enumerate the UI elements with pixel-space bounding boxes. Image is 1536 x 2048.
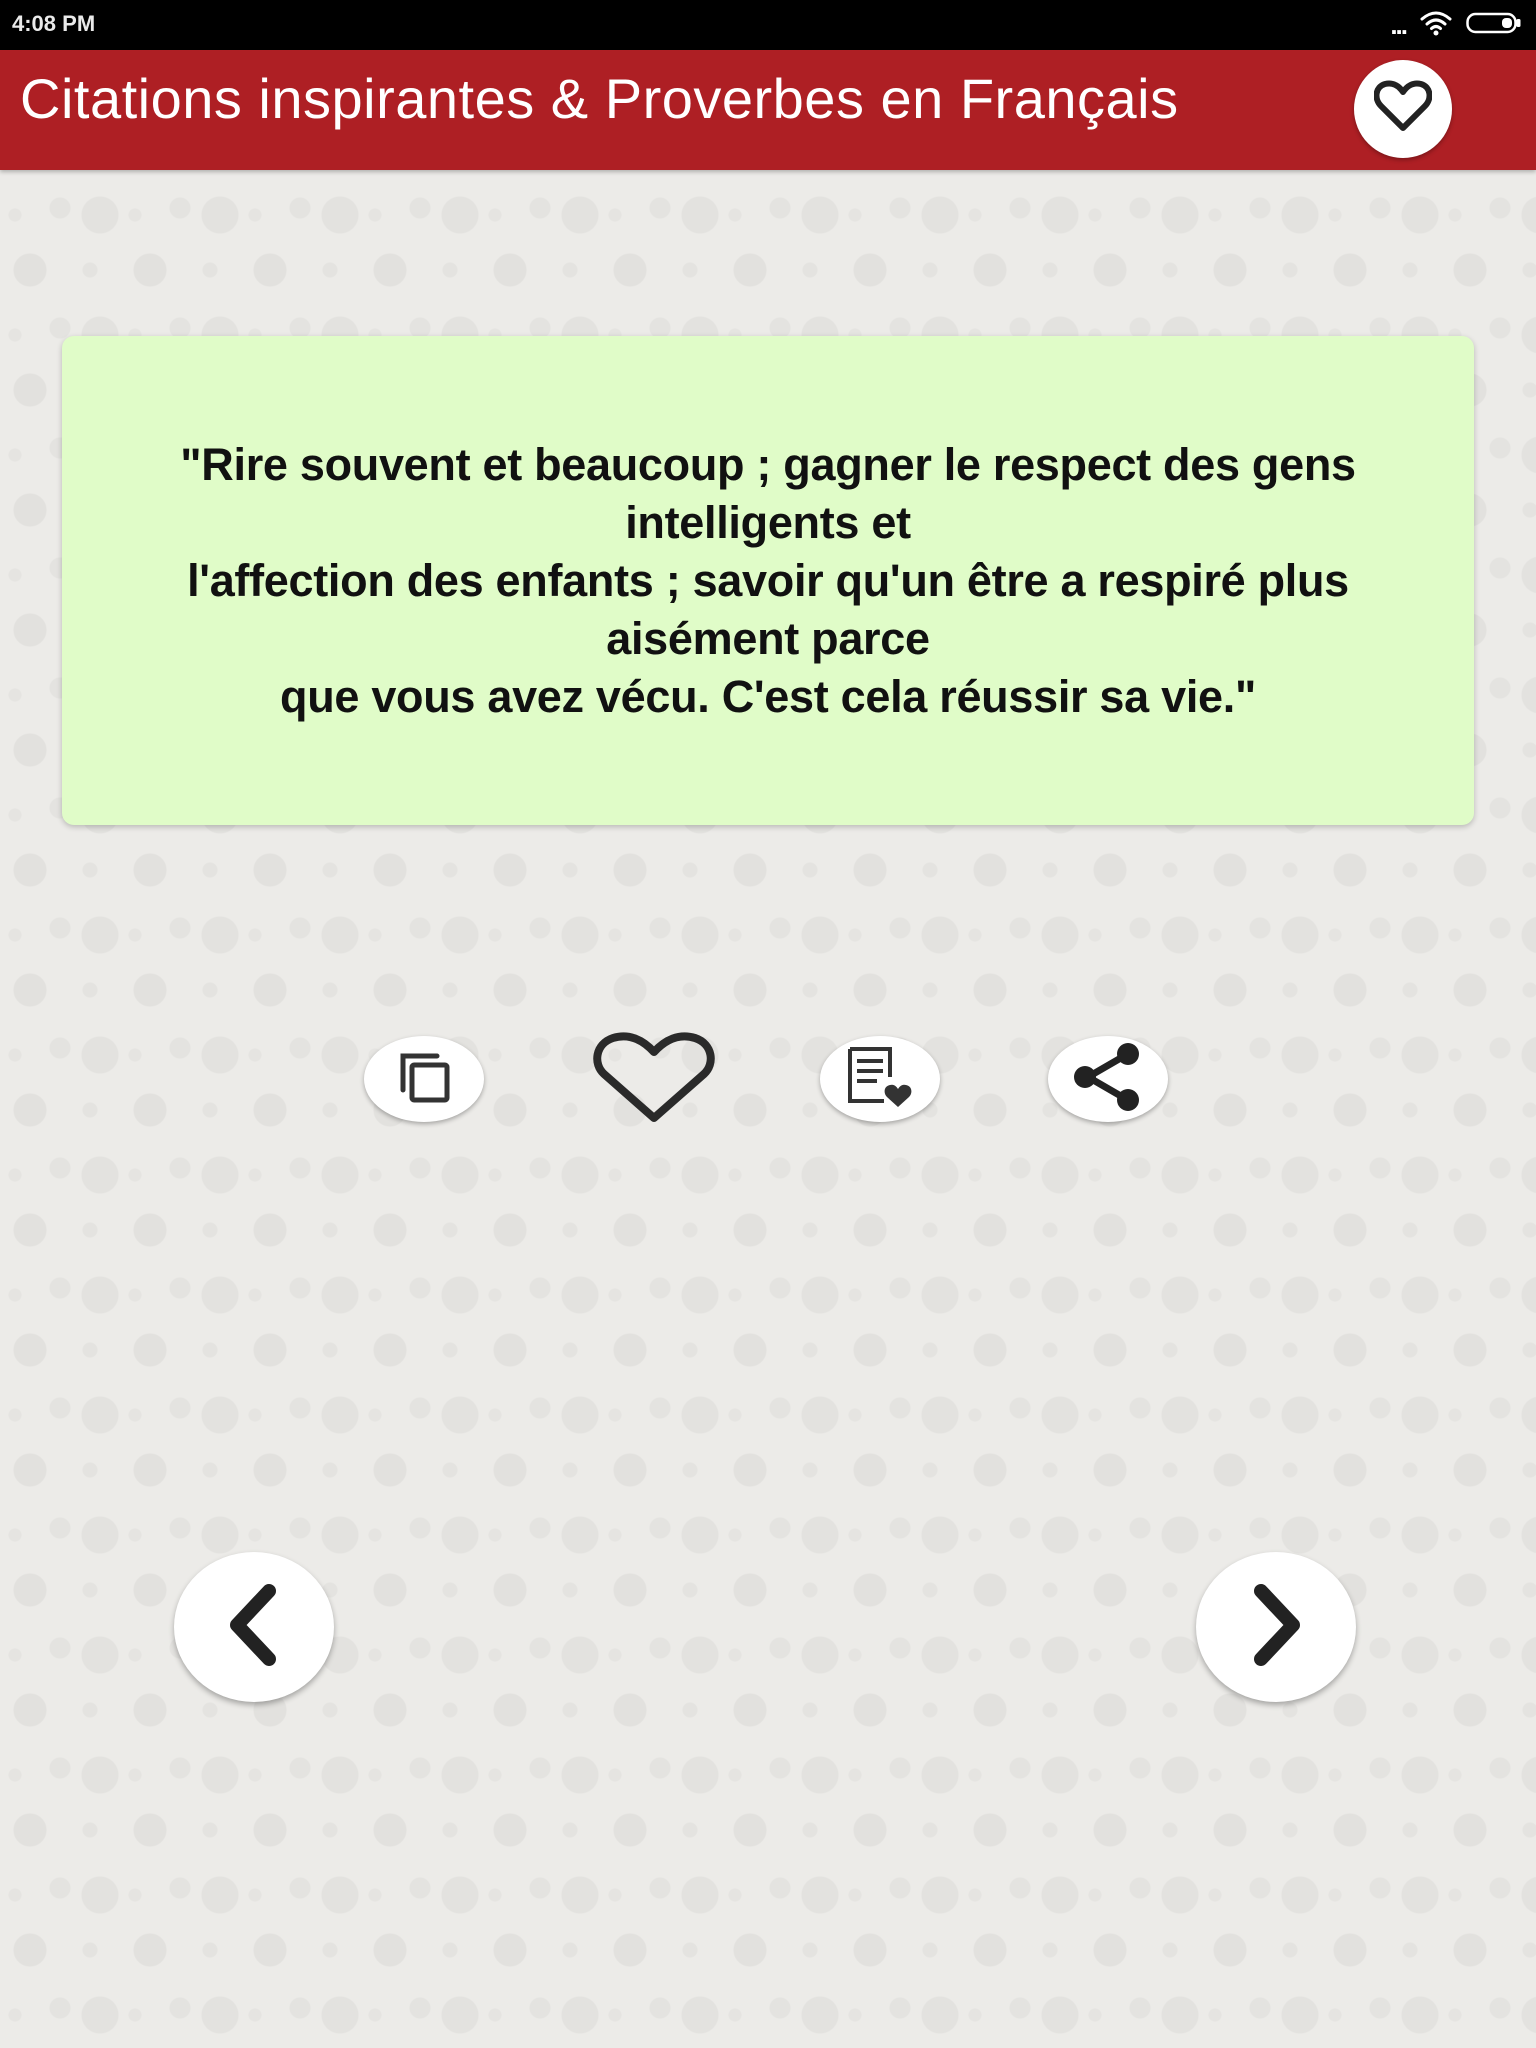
wifi-icon (1420, 10, 1452, 41)
heart-outline-icon (591, 1031, 717, 1129)
app-title: Citations inspirantes & Proverbes en Fra… (20, 67, 1179, 130)
battery-icon (1466, 11, 1522, 40)
previous-button[interactable] (174, 1552, 334, 1702)
status-time: 4:08 PM (12, 11, 96, 36)
chevron-right-icon (1241, 1583, 1311, 1672)
chevron-left-icon (219, 1583, 289, 1672)
heart-outline-icon (1373, 80, 1433, 139)
add-to-list-button[interactable] (820, 1036, 940, 1122)
next-button[interactable] (1196, 1552, 1356, 1702)
status-icons: ... (1390, 10, 1522, 40)
share-icon (1068, 1041, 1148, 1118)
list-heart-icon (840, 1043, 920, 1116)
copy-button[interactable] (364, 1036, 484, 1122)
copy-icon (393, 1046, 455, 1113)
status-bar: 4:08 PM ... (0, 0, 1536, 50)
app-bar: Citations inspirantes & Proverbes en Fra… (0, 50, 1536, 170)
favorites-button[interactable] (1354, 60, 1452, 158)
share-button[interactable] (1048, 1036, 1168, 1122)
quote-card: "Rire souvent et beaucoup ; gagner le re… (62, 336, 1474, 825)
favorite-button[interactable] (590, 1030, 718, 1130)
quote-text: "Rire souvent et beaucoup ; gagner le re… (180, 438, 1356, 722)
status-overflow-indicator: ... (1390, 10, 1408, 40)
